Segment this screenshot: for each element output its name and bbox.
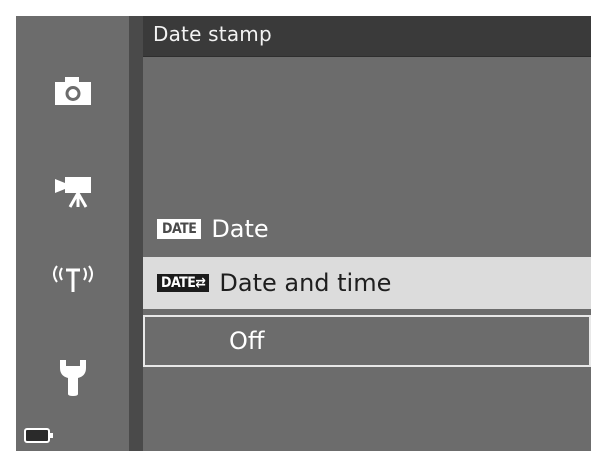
- sidebar-item-setup[interactable]: [16, 336, 129, 416]
- title-bar: Date stamp: [143, 16, 591, 57]
- date-time-stamp-icon: DATE⇄: [157, 274, 210, 292]
- date-stamp-icon: DATE: [157, 219, 202, 239]
- camera-icon: [54, 77, 91, 105]
- sidebar: [16, 16, 129, 451]
- menu-item-label: Date: [211, 215, 269, 243]
- menu-item-label: Date and time: [219, 269, 392, 297]
- sidebar-item-movie[interactable]: [16, 151, 129, 231]
- sidebar-item-network[interactable]: [16, 236, 129, 316]
- camera-screen: Date stamp DATE Date DATE⇄ Date and time…: [16, 16, 591, 451]
- menu-item-off[interactable]: Off: [143, 315, 591, 367]
- menu-item-label: Off: [229, 327, 265, 355]
- page-title: Date stamp: [153, 22, 272, 46]
- battery-icon: [24, 428, 53, 443]
- sidebar-item-shooting[interactable]: [16, 51, 129, 131]
- movie-camera-icon: [54, 177, 91, 208]
- sidebar-divider: [129, 16, 143, 451]
- menu-list: DATE Date DATE⇄ Date and time Off: [143, 57, 591, 451]
- wireless-icon: [52, 265, 93, 292]
- menu-item-date-and-time[interactable]: DATE⇄ Date and time: [143, 257, 591, 309]
- menu-item-date[interactable]: DATE Date: [143, 203, 591, 255]
- wrench-icon: [59, 360, 86, 396]
